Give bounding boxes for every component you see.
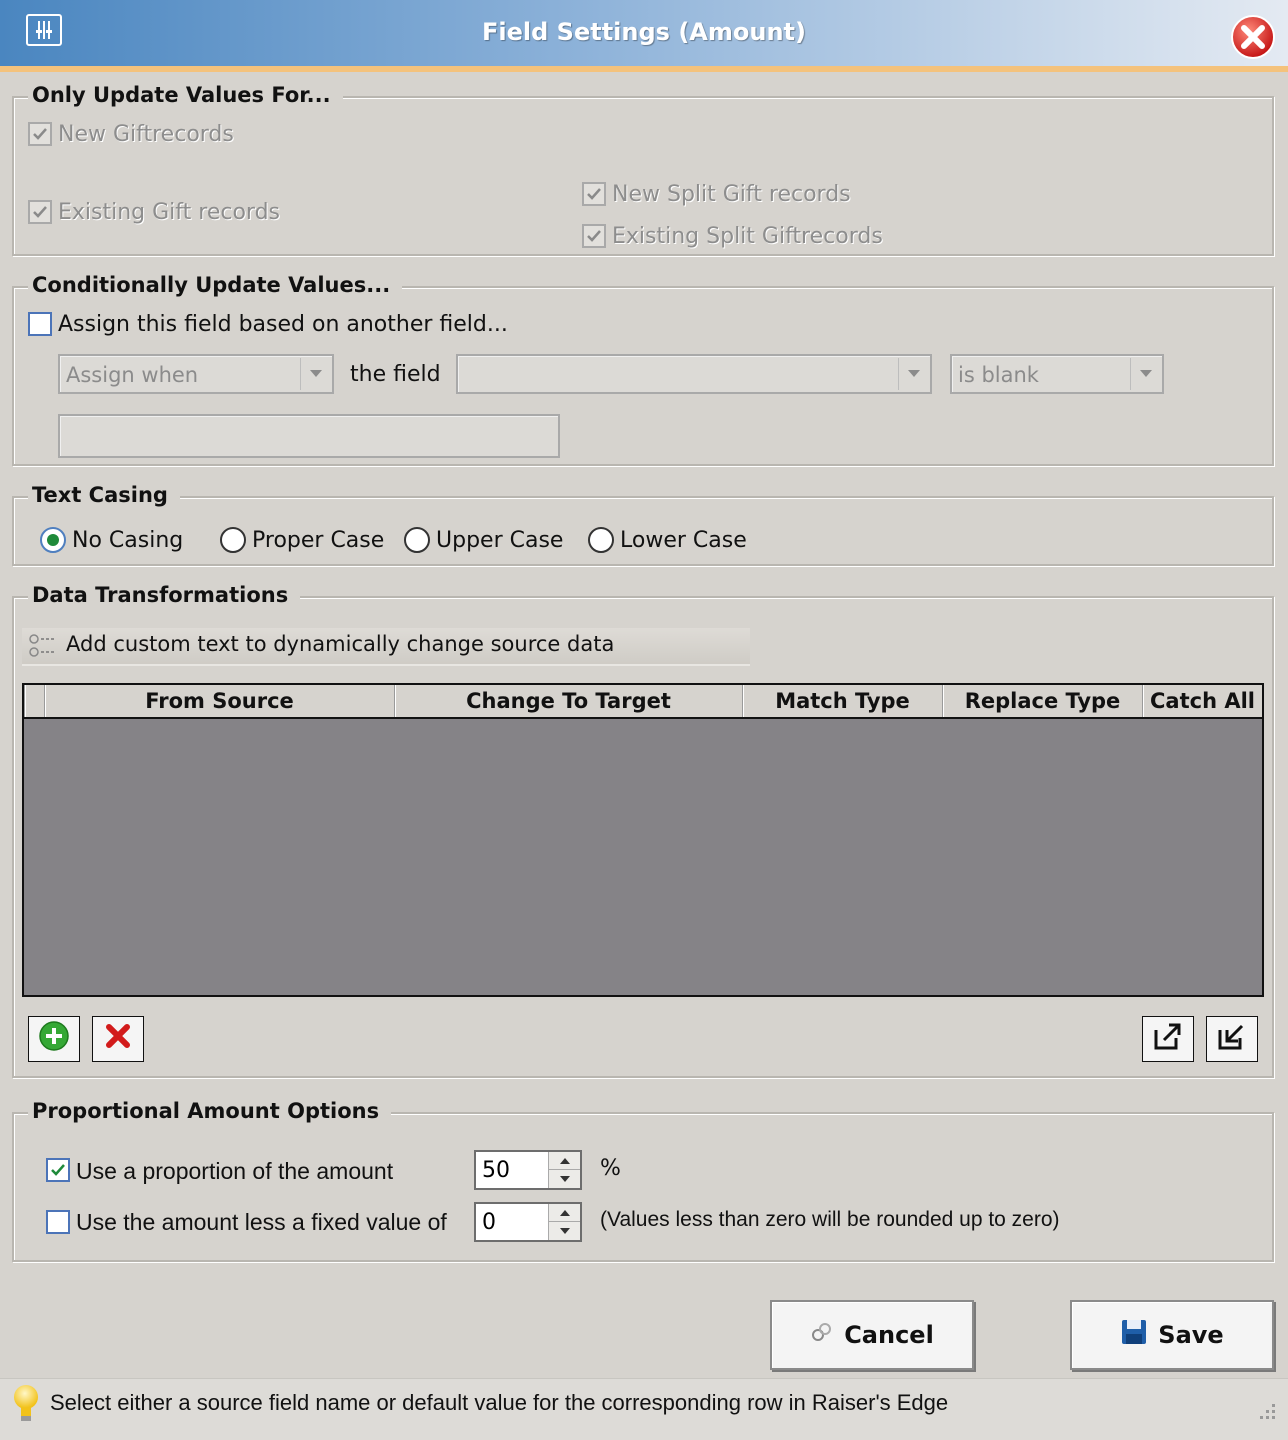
- fixed-value-stepper[interactable]: [474, 1202, 582, 1242]
- conditional-legend: Conditionally Update Values...: [28, 273, 403, 297]
- stepper-up-icon[interactable]: [549, 1204, 580, 1222]
- list-options-icon: [28, 632, 58, 666]
- existing-split-label: Existing Split Giftrecords: [612, 224, 883, 249]
- save-button[interactable]: Save: [1070, 1300, 1274, 1370]
- condition-value-input[interactable]: [58, 414, 560, 458]
- radio-lower-case[interactable]: [588, 527, 614, 553]
- stepper-up-icon[interactable]: [549, 1152, 580, 1170]
- proportion-stepper[interactable]: [474, 1150, 582, 1190]
- chevron-down-icon: [300, 358, 330, 390]
- column-header-from-source[interactable]: From Source: [44, 685, 394, 717]
- new-gift-label: New Giftrecords: [58, 122, 234, 147]
- delete-icon: [104, 1022, 132, 1056]
- chevron-down-icon: [898, 358, 928, 390]
- lower-case-label: Lower Case: [620, 528, 747, 553]
- cancel-button[interactable]: Cancel: [770, 1300, 974, 1370]
- export-icon: [1152, 1020, 1184, 1058]
- assign-when-value: Assign when: [66, 363, 199, 387]
- transform-hint-text: Add custom text to dynamically change so…: [66, 632, 615, 656]
- new-gift-checkbox[interactable]: [28, 122, 52, 146]
- cancel-link-icon: [810, 1320, 834, 1350]
- window-title: Field Settings (Amount): [482, 18, 806, 46]
- existing-gift-checkbox[interactable]: [28, 200, 52, 224]
- proportional-group: Proportional Amount Options: [12, 1099, 1274, 1262]
- fixed-value-checkbox[interactable]: [46, 1210, 70, 1234]
- delete-row-button[interactable]: [92, 1016, 144, 1062]
- import-button[interactable]: [1206, 1016, 1258, 1062]
- proportional-legend: Proportional Amount Options: [28, 1099, 392, 1123]
- row-selector-header: [24, 685, 44, 717]
- assign-when-select[interactable]: Assign when: [58, 354, 334, 394]
- fixed-value-note: (Values less than zero will be rounded u…: [600, 1208, 1060, 1231]
- fixed-value-label: Use the amount less a fixed value of: [76, 1209, 447, 1235]
- radio-upper-case[interactable]: [404, 527, 430, 553]
- column-header-match-type[interactable]: Match Type: [742, 685, 942, 717]
- update-for-legend: Only Update Values For...: [28, 83, 343, 107]
- stepper-down-icon[interactable]: [549, 1222, 580, 1240]
- new-split-checkbox[interactable]: [582, 182, 606, 206]
- assign-based-label: Assign this field based on another field…: [58, 312, 508, 337]
- condition-select[interactable]: is blank: [950, 354, 1164, 394]
- transform-hint-bar: Add custom text to dynamically change so…: [22, 628, 750, 666]
- proportion-input[interactable]: [480, 1156, 546, 1184]
- condition-value: is blank: [958, 363, 1039, 387]
- existing-split-checkbox[interactable]: [582, 224, 606, 248]
- import-icon: [1216, 1020, 1248, 1058]
- stepper-down-icon[interactable]: [549, 1170, 580, 1188]
- radio-no-casing[interactable]: [40, 527, 66, 553]
- data-transformations-legend: Data Transformations: [28, 583, 301, 607]
- proper-case-label: Proper Case: [252, 528, 385, 553]
- no-casing-label: No Casing: [72, 528, 184, 553]
- assign-based-checkbox[interactable]: [28, 312, 52, 336]
- status-message: Select either a source field name or def…: [50, 1390, 949, 1415]
- existing-gift-label: Existing Gift records: [58, 200, 281, 225]
- close-icon[interactable]: [1230, 14, 1276, 60]
- column-header-catch-all[interactable]: Catch All: [1142, 685, 1262, 717]
- save-icon: [1120, 1318, 1148, 1352]
- transformations-grid[interactable]: From Source Change To Target Match Type …: [22, 683, 1264, 997]
- upper-case-label: Upper Case: [436, 528, 564, 553]
- column-header-change-to-target[interactable]: Change To Target: [394, 685, 742, 717]
- export-button[interactable]: [1142, 1016, 1194, 1062]
- cancel-label: Cancel: [844, 1321, 934, 1349]
- text-casing-legend: Text Casing: [28, 483, 180, 507]
- use-proportion-label: Use a proportion of the amount: [76, 1158, 394, 1184]
- add-icon: [38, 1020, 70, 1058]
- use-proportion-checkbox[interactable]: [46, 1158, 70, 1182]
- grid-header: From Source Change To Target Match Type …: [24, 685, 1262, 719]
- new-split-label: New Split Gift records: [612, 182, 851, 207]
- resize-grip-icon[interactable]: [1254, 1398, 1278, 1428]
- add-row-button[interactable]: [28, 1016, 80, 1062]
- percent-label: %: [600, 1156, 621, 1181]
- save-label: Save: [1158, 1321, 1224, 1349]
- the-field-label: the field: [350, 362, 441, 387]
- lightbulb-icon: [12, 1384, 40, 1430]
- chevron-down-icon: [1130, 358, 1160, 390]
- field-select[interactable]: [456, 354, 932, 394]
- radio-proper-case[interactable]: [220, 527, 246, 553]
- column-header-replace-type[interactable]: Replace Type: [942, 685, 1142, 717]
- fixed-value-input[interactable]: [480, 1208, 546, 1236]
